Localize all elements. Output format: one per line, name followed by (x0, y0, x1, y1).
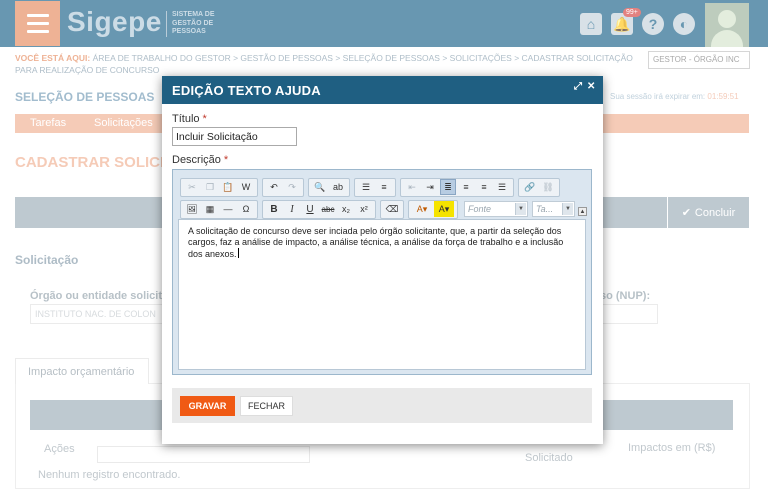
descricao-label: Descrição * (172, 154, 229, 166)
dialog-title: EDIÇÃO TEXTO AJUDA (172, 83, 321, 98)
outdent-icon[interactable]: ⇤ (404, 179, 420, 195)
align-justify-icon[interactable]: ☰ (494, 179, 510, 195)
indent-icon[interactable]: ⇥ (422, 179, 438, 195)
strike-icon[interactable]: abc (320, 201, 336, 217)
redo-icon[interactable]: ↷ (284, 179, 300, 195)
editor-text: A solicitação de concurso deve ser incia… (188, 226, 564, 259)
image-icon[interactable]: 🖼 (184, 201, 200, 217)
bg-color-icon[interactable]: A▾ (434, 201, 454, 217)
paste-icon[interactable]: 📋 (220, 179, 236, 195)
align-left-icon[interactable]: ≣ (440, 179, 456, 195)
text-color-icon[interactable]: A▾ (412, 201, 432, 217)
table-icon[interactable]: ▦ (202, 201, 218, 217)
editor-content[interactable]: A solicitação de concurso deve ser incia… (178, 219, 586, 370)
gravar-button[interactable]: GRAVAR (180, 396, 235, 416)
bold-icon[interactable]: B (266, 201, 282, 217)
remove-format-icon[interactable]: ⌫ (384, 201, 400, 217)
superscript-icon[interactable]: x² (356, 201, 372, 217)
numbered-list-icon[interactable]: ☰ (358, 179, 374, 195)
close-icon[interactable]: ✕ (587, 81, 595, 92)
paste-word-icon[interactable]: W (238, 179, 254, 195)
text-caret (237, 248, 239, 258)
undo-icon[interactable]: ↶ (266, 179, 282, 195)
italic-icon[interactable]: I (284, 201, 300, 217)
rich-text-editor: ✂ ❐ 📋 W ↶ ↷ 🔍 ab ☰ ≡ ⇤ ⇥ ≣ ≡ ≡ ☰ 🔗 ⛓ 🖼 ▦… (172, 169, 592, 375)
expand-icon[interactable]: ⤢ (574, 81, 582, 92)
fechar-button[interactable]: FECHAR (240, 396, 293, 416)
dialog-footer: GRAVAR FECHAR (172, 388, 592, 423)
cut-icon[interactable]: ✂ (184, 179, 200, 195)
collapse-toolbar-icon[interactable]: ▲ (578, 207, 587, 216)
underline-icon[interactable]: U (302, 201, 318, 217)
align-center-icon[interactable]: ≡ (458, 179, 474, 195)
help-text-dialog: EDIÇÃO TEXTO AJUDA ⤢ ✕ Título* Descrição… (162, 76, 603, 444)
copy-icon[interactable]: ❐ (202, 179, 218, 195)
dialog-header: EDIÇÃO TEXTO AJUDA ⤢ ✕ (162, 76, 603, 104)
unlink-icon[interactable]: ⛓ (540, 179, 556, 195)
align-right-icon[interactable]: ≡ (476, 179, 492, 195)
find-icon[interactable]: 🔍 (312, 179, 328, 195)
replace-icon[interactable]: ab (330, 179, 346, 195)
titulo-input[interactable] (172, 127, 297, 146)
subscript-icon[interactable]: x₂ (338, 201, 354, 217)
titulo-label: Título * (172, 113, 207, 125)
link-icon[interactable]: 🔗 (522, 179, 538, 195)
font-select[interactable]: Fonte ▼ (464, 201, 528, 217)
bullet-list-icon[interactable]: ≡ (376, 179, 392, 195)
editor-toolbar-row-2: 🖼 ▦ — Ω B I U abc x₂ x² ⌫ A▾ A▾ Fonte ▼ T… (180, 199, 577, 219)
editor-toolbar-row-1: ✂ ❐ 📋 W ↶ ↷ 🔍 ab ☰ ≡ ⇤ ⇥ ≣ ≡ ≡ ☰ 🔗 ⛓ (180, 177, 564, 197)
font-size-select[interactable]: Ta... ▼ (532, 201, 575, 217)
horizontal-line-icon[interactable]: — (220, 201, 236, 217)
special-char-icon[interactable]: Ω (238, 201, 254, 217)
